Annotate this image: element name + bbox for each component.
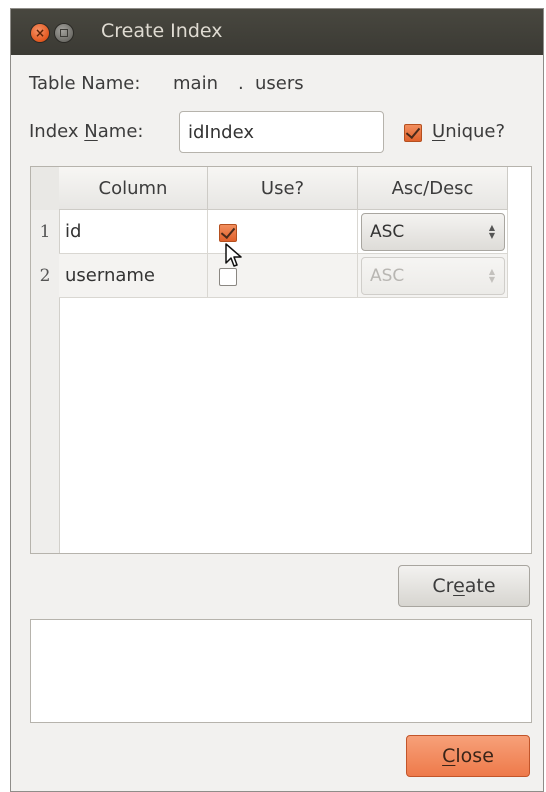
order-combobox[interactable]: ASC ▲ ▼ xyxy=(361,213,505,251)
updown-arrows-icon: ▲ ▼ xyxy=(488,267,495,284)
schema-name: main xyxy=(173,73,218,94)
index-name-input[interactable] xyxy=(179,111,384,153)
row-number: 2 xyxy=(31,254,60,298)
cell-column[interactable]: username xyxy=(59,254,208,298)
schema-separator: . xyxy=(238,73,244,94)
create-index-dialog: × Create Index Table Name: main . users … xyxy=(10,8,544,792)
minimize-icon xyxy=(60,29,68,37)
row-number: 1 xyxy=(31,210,60,254)
cell-column[interactable]: id xyxy=(59,210,208,254)
columns-table: Column Use? Asc/Desc 1 id ASC ▲ ▼ 2 userna… xyxy=(30,166,532,554)
header-asc-desc[interactable]: Asc/Desc xyxy=(358,167,508,210)
mouse-pointer-icon xyxy=(225,243,242,267)
window-close-button[interactable]: × xyxy=(31,24,49,42)
unique-label[interactable]: Unique? xyxy=(432,121,505,142)
use-checkbox[interactable] xyxy=(219,268,237,286)
title-bar[interactable]: × Create Index xyxy=(11,9,543,55)
table-name-label: Table Name: xyxy=(29,73,141,94)
close-icon: × xyxy=(34,26,46,40)
index-name-label: Index Name: xyxy=(29,121,144,142)
window-title: Create Index xyxy=(101,20,223,42)
window-minimize-button[interactable] xyxy=(55,24,73,42)
message-area[interactable] xyxy=(30,619,532,723)
unique-checkbox[interactable] xyxy=(404,124,422,142)
updown-arrows-icon: ▲ ▼ xyxy=(488,223,495,240)
header-use[interactable]: Use? xyxy=(208,167,358,210)
table-corner xyxy=(31,167,60,211)
close-button[interactable]: Close xyxy=(406,735,530,777)
table-name-value: users xyxy=(255,73,304,94)
order-combobox: ASC ▲ ▼ xyxy=(361,257,505,295)
header-column[interactable]: Column xyxy=(59,167,208,210)
use-checkbox[interactable] xyxy=(219,224,237,242)
create-button[interactable]: Create xyxy=(398,565,530,607)
